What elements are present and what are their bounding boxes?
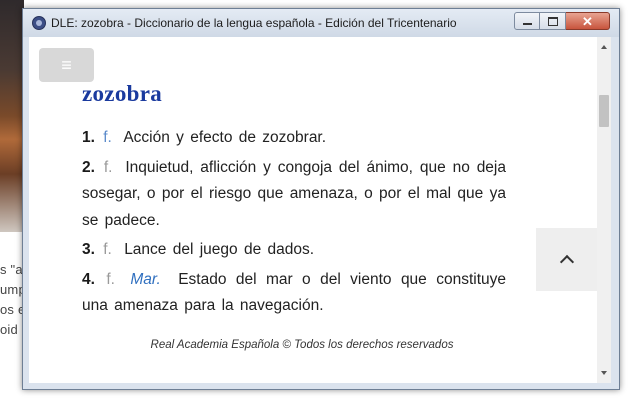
definition-item: 3. f. Lance del juego de dados.	[82, 237, 506, 264]
background-text-line: oid	[0, 322, 18, 337]
definition-item: 1. f. Acción y efecto de zozobrar.	[82, 125, 506, 152]
definition-text: Acción y efecto de zozobrar.	[123, 129, 327, 146]
chevron-up-icon	[559, 254, 574, 269]
definition-number: 3.	[82, 241, 95, 258]
background-photo	[0, 0, 24, 232]
close-button[interactable]: ✕	[566, 12, 610, 30]
definition-text: Lance del juego de dados.	[124, 241, 315, 258]
hamburger-icon: ≡	[61, 54, 72, 75]
definition-item: 4. f. Mar. Estado del mar o del viento q…	[82, 267, 506, 320]
dictionary-window: DLE: zozobra - Diccionario de la lengua …	[22, 8, 620, 390]
arrow-up-icon	[601, 45, 607, 49]
definition-number: 4.	[82, 270, 95, 288]
copyright-footer: Real Academia Española © Todos los derec…	[150, 339, 454, 351]
grammar-abbreviation-link[interactable]: f.	[103, 241, 112, 258]
app-icon[interactable]	[32, 16, 46, 30]
definition-list: 1. f. Acción y efecto de zozobrar. 2. f.…	[82, 125, 506, 323]
minimize-icon	[522, 23, 532, 25]
window-controls: ✕	[514, 12, 610, 32]
scroll-down-arrow[interactable]	[597, 365, 611, 381]
background-text-line: os e	[0, 302, 24, 317]
definition-item: 2. f. Inquietud, aflicción y congoja del…	[82, 155, 506, 235]
background-text-line: s "ai	[0, 262, 24, 277]
vertical-scrollbar[interactable]	[597, 37, 611, 383]
scroll-up-arrow[interactable]	[597, 39, 611, 55]
subject-area-link[interactable]: Mar.	[130, 271, 160, 288]
scrollbar-thumb[interactable]	[599, 95, 609, 127]
grammar-abbreviation-link[interactable]: f.	[103, 129, 112, 146]
maximize-button[interactable]	[540, 12, 566, 30]
headword: zozobra	[82, 81, 163, 106]
scroll-to-top-button[interactable]	[536, 228, 597, 291]
title-bar[interactable]: DLE: zozobra - Diccionario de la lengua …	[23, 9, 619, 37]
dictionary-content: ≡ zozobra 1. f. Acción y efecto de zozob…	[29, 37, 611, 383]
definition-number: 1.	[82, 129, 95, 146]
menu-button[interactable]: ≡	[39, 48, 94, 82]
definition-text: Inquietud, aflicción y congoja del ánimo…	[82, 158, 506, 229]
background-text-line: ump	[0, 282, 24, 297]
grammar-abbreviation-link[interactable]: f.	[106, 271, 115, 288]
grammar-abbreviation-link[interactable]: f.	[104, 159, 113, 176]
definition-number: 2.	[82, 158, 95, 176]
minimize-button[interactable]	[514, 12, 540, 30]
window-title: DLE: zozobra - Diccionario de la lengua …	[51, 16, 457, 30]
close-icon: ✕	[582, 13, 593, 29]
maximize-icon	[547, 16, 558, 26]
arrow-down-icon	[601, 371, 607, 375]
